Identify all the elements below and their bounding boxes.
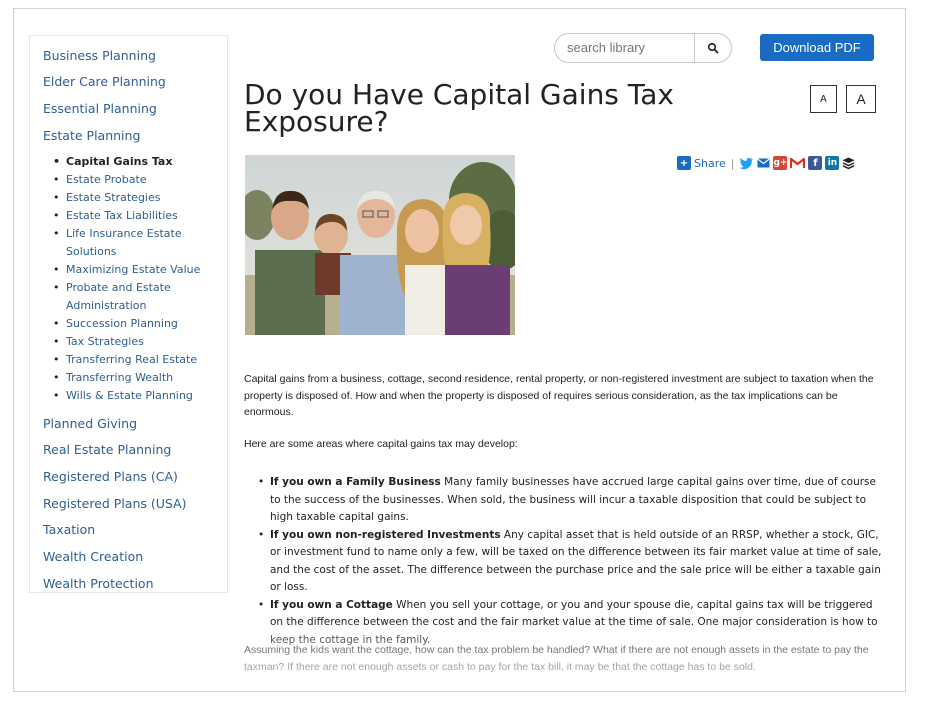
- page-frame: Business Planning Elder Care Planning Es…: [13, 8, 906, 692]
- subitem-estate-strategies[interactable]: Estate Strategies: [52, 189, 211, 207]
- search-input[interactable]: [555, 34, 703, 60]
- gmail-icon[interactable]: [790, 157, 806, 169]
- subitem-estate-tax-liabilities[interactable]: Estate Tax Liabilities: [52, 207, 211, 225]
- font-size-large-button[interactable]: A: [846, 85, 876, 113]
- list-item-heading: If you own non-registered Investments: [270, 528, 501, 541]
- sidebar-item-real-estate-planning[interactable]: Real Estate Planning: [43, 442, 171, 457]
- buffer-icon[interactable]: [842, 157, 855, 170]
- list-item: If you own non-registered Investments An…: [258, 527, 883, 597]
- twitter-icon[interactable]: [739, 157, 754, 170]
- sidebar: Business Planning Elder Care Planning Es…: [29, 35, 228, 593]
- search-icon: [707, 42, 719, 54]
- facebook-icon[interactable]: f: [808, 156, 823, 170]
- sidebar-item-estate-planning[interactable]: Estate Planning: [43, 128, 140, 143]
- font-size-small-button[interactable]: A: [810, 85, 837, 113]
- share-separator: |: [730, 156, 735, 170]
- sidebar-item-registered-plans-usa[interactable]: Registered Plans (USA): [43, 496, 187, 511]
- linkedin-icon[interactable]: in: [825, 156, 840, 170]
- article-closing: Assuming the kids want the cottage, how …: [244, 644, 869, 673]
- sidebar-item-registered-plans-ca[interactable]: Registered Plans (CA): [43, 469, 178, 484]
- sidebar-item-essential-planning[interactable]: Essential Planning: [43, 101, 157, 116]
- sidebar-item-wealth-protection[interactable]: Wealth Protection: [43, 576, 154, 591]
- share-bar: + Share | g+ f in: [677, 155, 855, 171]
- search-button[interactable]: [694, 34, 731, 62]
- sidebar-item-elder-care-planning[interactable]: Elder Care Planning: [43, 74, 166, 89]
- sidebar-item-planned-giving[interactable]: Planned Giving: [43, 416, 137, 431]
- google-plus-icon[interactable]: g+: [773, 156, 788, 170]
- subitem-transferring-real-estate[interactable]: Transferring Real Estate: [52, 351, 211, 369]
- subitem-estate-probate[interactable]: Estate Probate: [52, 171, 211, 189]
- share-plus-icon[interactable]: +: [677, 156, 691, 170]
- subitem-probate-and-estate-administration[interactable]: Probate and Estate Administration: [52, 279, 211, 315]
- subitem-wills-estate-planning[interactable]: Wills & Estate Planning: [52, 387, 211, 405]
- share-label[interactable]: Share: [694, 157, 726, 170]
- download-pdf-button[interactable]: Download PDF: [760, 34, 874, 61]
- list-item-heading: If you own a Cottage: [270, 598, 393, 611]
- subitem-succession-planning[interactable]: Succession Planning: [52, 315, 211, 333]
- article-intro: Capital gains from a business, cottage, …: [244, 373, 874, 418]
- capital-gains-areas-list: If you own a Family Business Many family…: [258, 474, 883, 649]
- article-lead: Here are some areas where capital gains …: [244, 438, 518, 450]
- subitem-maximizing-estate-value[interactable]: Maximizing Estate Value: [52, 261, 211, 279]
- sidebar-item-business-planning[interactable]: Business Planning: [43, 48, 156, 63]
- sidebar-item-taxation[interactable]: Taxation: [43, 522, 95, 537]
- subitem-transferring-wealth[interactable]: Transferring Wealth: [52, 369, 211, 387]
- email-icon[interactable]: [757, 158, 771, 168]
- subitem-capital-gains-tax[interactable]: Capital Gains Tax: [52, 153, 211, 171]
- family-photo: [245, 155, 515, 335]
- list-item: If you own a Family Business Many family…: [258, 474, 883, 527]
- sidebar-item-wealth-creation[interactable]: Wealth Creation: [43, 549, 143, 564]
- subitem-life-insurance-estate-solutions[interactable]: Life Insurance Estate Solutions: [52, 225, 211, 261]
- search-box: [554, 33, 732, 63]
- subitem-tax-strategies[interactable]: Tax Strategies: [52, 333, 211, 351]
- estate-planning-submenu: Capital Gains Tax Estate Probate Estate …: [52, 153, 211, 405]
- list-item-heading: If you own a Family Business: [270, 476, 441, 488]
- page-title: Do you Have Capital Gains Tax Exposure?: [244, 78, 674, 138]
